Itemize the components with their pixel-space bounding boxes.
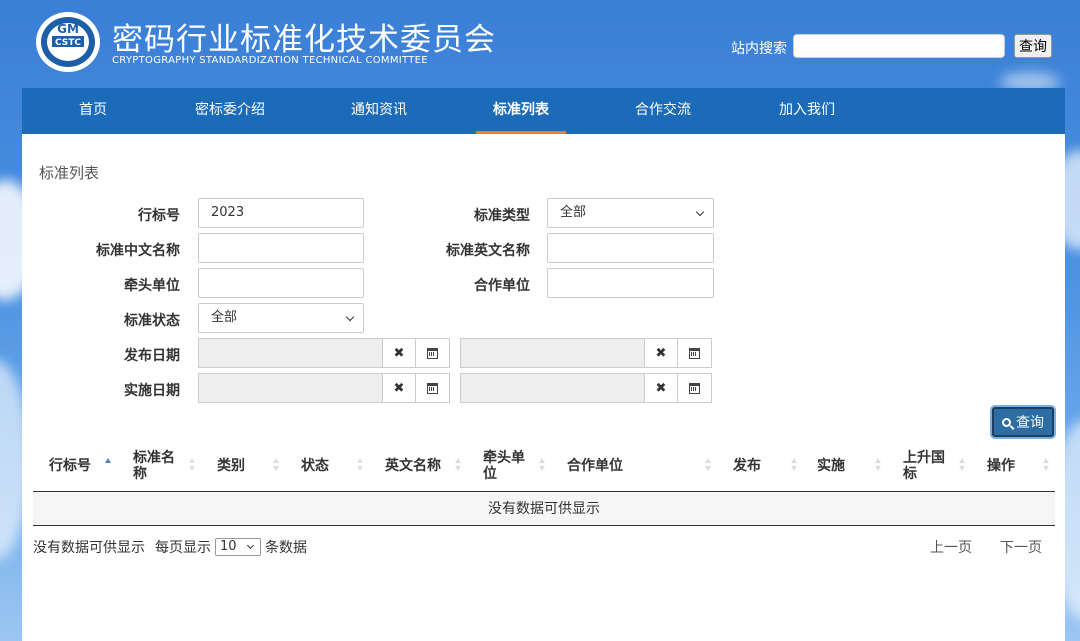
publish-date-from-calendar[interactable] bbox=[416, 338, 450, 368]
col-lead-unit[interactable]: 牵头单位 bbox=[483, 440, 529, 492]
sort-icon bbox=[455, 458, 461, 472]
sort-icon bbox=[539, 458, 545, 472]
implement-date-from: ✖ bbox=[198, 373, 450, 403]
col-operation[interactable]: 操作 bbox=[987, 440, 1037, 492]
next-page-link[interactable]: 下一页 bbox=[1000, 537, 1042, 557]
lead-unit-input[interactable] bbox=[198, 268, 364, 298]
sort-icon bbox=[357, 458, 363, 472]
sort-icon bbox=[959, 458, 965, 472]
publish-date-to: ✖ bbox=[460, 338, 712, 368]
publish-date-to-clear[interactable]: ✖ bbox=[644, 338, 678, 368]
calendar-icon bbox=[427, 382, 438, 394]
cn-name-label: 标准中文名称 bbox=[96, 243, 180, 259]
col-std-name[interactable]: 标准名称 bbox=[133, 440, 175, 492]
implement-date-to-calendar[interactable] bbox=[678, 373, 712, 403]
site-title: 密码行业标准化技术委员会 bbox=[112, 22, 496, 58]
col-status[interactable]: 状态 bbox=[301, 440, 361, 492]
standards-table: 行标号 标准名称 类别 状态 英文名称 牵头单位 合作单位 发布 实施 上升国标… bbox=[33, 440, 1055, 526]
implement-date-label: 实施日期 bbox=[124, 383, 180, 399]
site-subtitle: CRYPTOGRAPHY STANDARDIZATION TECHNICAL C… bbox=[112, 55, 428, 66]
site-header: GM CSTC 密码行业标准化技术委员会 CRYPTOGRAPHY STANDA… bbox=[0, 0, 1080, 88]
publish-date-to-input[interactable] bbox=[460, 338, 644, 368]
industry-no-label: 行标号 bbox=[138, 208, 180, 224]
col-en-name[interactable]: 英文名称 bbox=[385, 440, 465, 492]
cstc-logo[interactable]: GM CSTC bbox=[34, 10, 102, 74]
site-search-label: 站内搜索 bbox=[731, 41, 787, 57]
per-page-prefix: 每页显示 bbox=[155, 540, 211, 556]
times-icon: ✖ bbox=[655, 380, 667, 396]
publish-date-to-calendar[interactable] bbox=[678, 338, 712, 368]
col-category[interactable]: 类别 bbox=[217, 440, 277, 492]
times-icon: ✖ bbox=[393, 345, 405, 361]
sort-icon bbox=[791, 458, 797, 472]
col-publish[interactable]: 发布 bbox=[733, 440, 793, 492]
lead-unit-label: 牵头单位 bbox=[124, 278, 180, 294]
publish-date-from: ✖ bbox=[198, 338, 450, 368]
en-name-input[interactable] bbox=[547, 233, 714, 263]
implement-date-to-input[interactable] bbox=[460, 373, 644, 403]
nav-item-news[interactable]: 通知资讯 bbox=[338, 88, 420, 134]
implement-date-from-clear[interactable]: ✖ bbox=[382, 373, 416, 403]
std-type-select[interactable]: 全部 bbox=[547, 198, 714, 228]
content-panel: 标准列表 行标号 2023 标准类型 全部 标准中文名称 标准英文名称 牵头单位… bbox=[22, 134, 1065, 641]
table-header: 行标号 标准名称 类别 状态 英文名称 牵头单位 合作单位 发布 实施 上升国标… bbox=[33, 440, 1055, 492]
implement-date-to-clear[interactable]: ✖ bbox=[644, 373, 678, 403]
table-footer-info: 没有数据可供显示 每页显示 10 条数据 bbox=[33, 537, 307, 557]
page-size-select[interactable]: 10 bbox=[215, 538, 261, 556]
nav-item-cooperation[interactable]: 合作交流 bbox=[622, 88, 704, 134]
industry-no-input[interactable]: 2023 bbox=[198, 198, 364, 228]
times-icon: ✖ bbox=[393, 380, 405, 396]
logo-gm-text: GM bbox=[57, 22, 79, 36]
sort-icon bbox=[189, 458, 195, 472]
implement-date-from-calendar[interactable] bbox=[416, 373, 450, 403]
records-info: 没有数据可供显示 bbox=[33, 540, 145, 556]
status-label: 标准状态 bbox=[124, 313, 180, 329]
per-page-suffix: 条数据 bbox=[265, 540, 307, 556]
logo-cstc-text: CSTC bbox=[55, 38, 81, 48]
sort-icon bbox=[273, 458, 279, 472]
sort-icon bbox=[875, 458, 881, 472]
site-search-button[interactable]: 查询 bbox=[1014, 34, 1052, 58]
col-upgrade-national[interactable]: 上升国标 bbox=[903, 440, 947, 492]
query-button-label: 查询 bbox=[1016, 415, 1044, 431]
col-coop-unit[interactable]: 合作单位 bbox=[567, 440, 687, 492]
times-icon: ✖ bbox=[655, 345, 667, 361]
calendar-icon bbox=[689, 347, 700, 359]
calendar-icon bbox=[427, 347, 438, 359]
publish-date-from-clear[interactable]: ✖ bbox=[382, 338, 416, 368]
sort-asc-icon bbox=[105, 458, 111, 472]
site-search-input[interactable] bbox=[793, 34, 1005, 58]
status-select[interactable]: 全部 bbox=[198, 303, 364, 333]
table-empty-row: 没有数据可供显示 bbox=[33, 492, 1055, 526]
calendar-icon bbox=[689, 382, 700, 394]
en-name-label: 标准英文名称 bbox=[446, 243, 530, 259]
coop-unit-label: 合作单位 bbox=[474, 278, 530, 294]
implement-date-to: ✖ bbox=[460, 373, 712, 403]
nav-item-standards[interactable]: 标准列表 bbox=[476, 88, 566, 134]
search-icon bbox=[1002, 417, 1011, 427]
prev-page-link[interactable]: 上一页 bbox=[930, 537, 972, 557]
page-title: 标准列表 bbox=[39, 164, 100, 182]
col-implement[interactable]: 实施 bbox=[817, 440, 877, 492]
cn-name-input[interactable] bbox=[198, 233, 364, 263]
coop-unit-input[interactable] bbox=[547, 268, 714, 298]
nav-item-join[interactable]: 加入我们 bbox=[766, 88, 848, 134]
sort-icon bbox=[705, 458, 711, 472]
publish-date-label: 发布日期 bbox=[124, 348, 180, 364]
sort-icon bbox=[1043, 458, 1049, 472]
main-nav: 首页 密标委介绍 通知资讯 标准列表 合作交流 加入我们 bbox=[22, 88, 1065, 134]
implement-date-from-input[interactable] bbox=[198, 373, 382, 403]
publish-date-from-input[interactable] bbox=[198, 338, 382, 368]
query-button[interactable]: 查询 bbox=[992, 407, 1054, 437]
std-type-label: 标准类型 bbox=[474, 208, 530, 224]
nav-item-home[interactable]: 首页 bbox=[62, 88, 124, 134]
nav-item-about[interactable]: 密标委介绍 bbox=[186, 88, 274, 134]
